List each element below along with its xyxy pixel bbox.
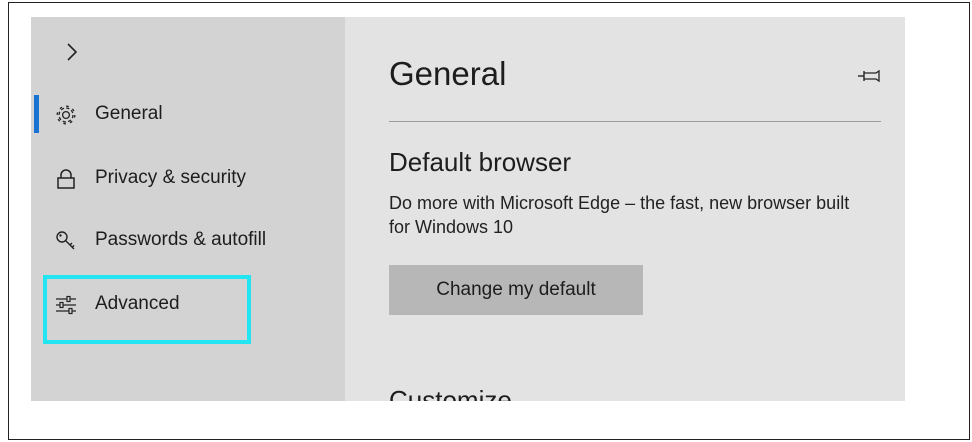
sidebar: General Privacy & security Passwords & a…	[31, 17, 345, 401]
sidebar-item-label: Privacy & security	[95, 167, 246, 188]
section-description: Do more with Microsoft Edge – the fast, …	[389, 193, 850, 237]
section-heading-customize: Customize	[389, 385, 512, 401]
key-icon	[56, 231, 75, 250]
chevron-right-icon[interactable]	[59, 39, 85, 65]
screenshot-frame: General Privacy & security Passwords & a…	[8, 2, 970, 440]
sidebar-item-label: Passwords & autofill	[95, 229, 267, 250]
lock-icon	[57, 169, 75, 189]
settings-panel: General Privacy & security Passwords & a…	[31, 17, 905, 401]
sidebar-item-privacy-security[interactable]: Privacy & security	[31, 153, 345, 203]
divider	[389, 121, 881, 122]
active-indicator	[34, 95, 39, 133]
gear-icon	[56, 105, 76, 125]
sidebar-item-general[interactable]: General	[31, 89, 345, 139]
change-default-button[interactable]: Change my default	[389, 265, 643, 315]
page-title: General	[389, 55, 507, 92]
main-content: General Default browser Do more with Mic…	[345, 17, 905, 401]
pin-icon[interactable]	[857, 69, 881, 83]
highlight-box	[43, 275, 251, 344]
sidebar-item-label: General	[95, 103, 163, 124]
section-heading-default-browser: Default browser	[389, 147, 572, 177]
sidebar-item-passwords-autofill[interactable]: Passwords & autofill	[31, 215, 345, 265]
